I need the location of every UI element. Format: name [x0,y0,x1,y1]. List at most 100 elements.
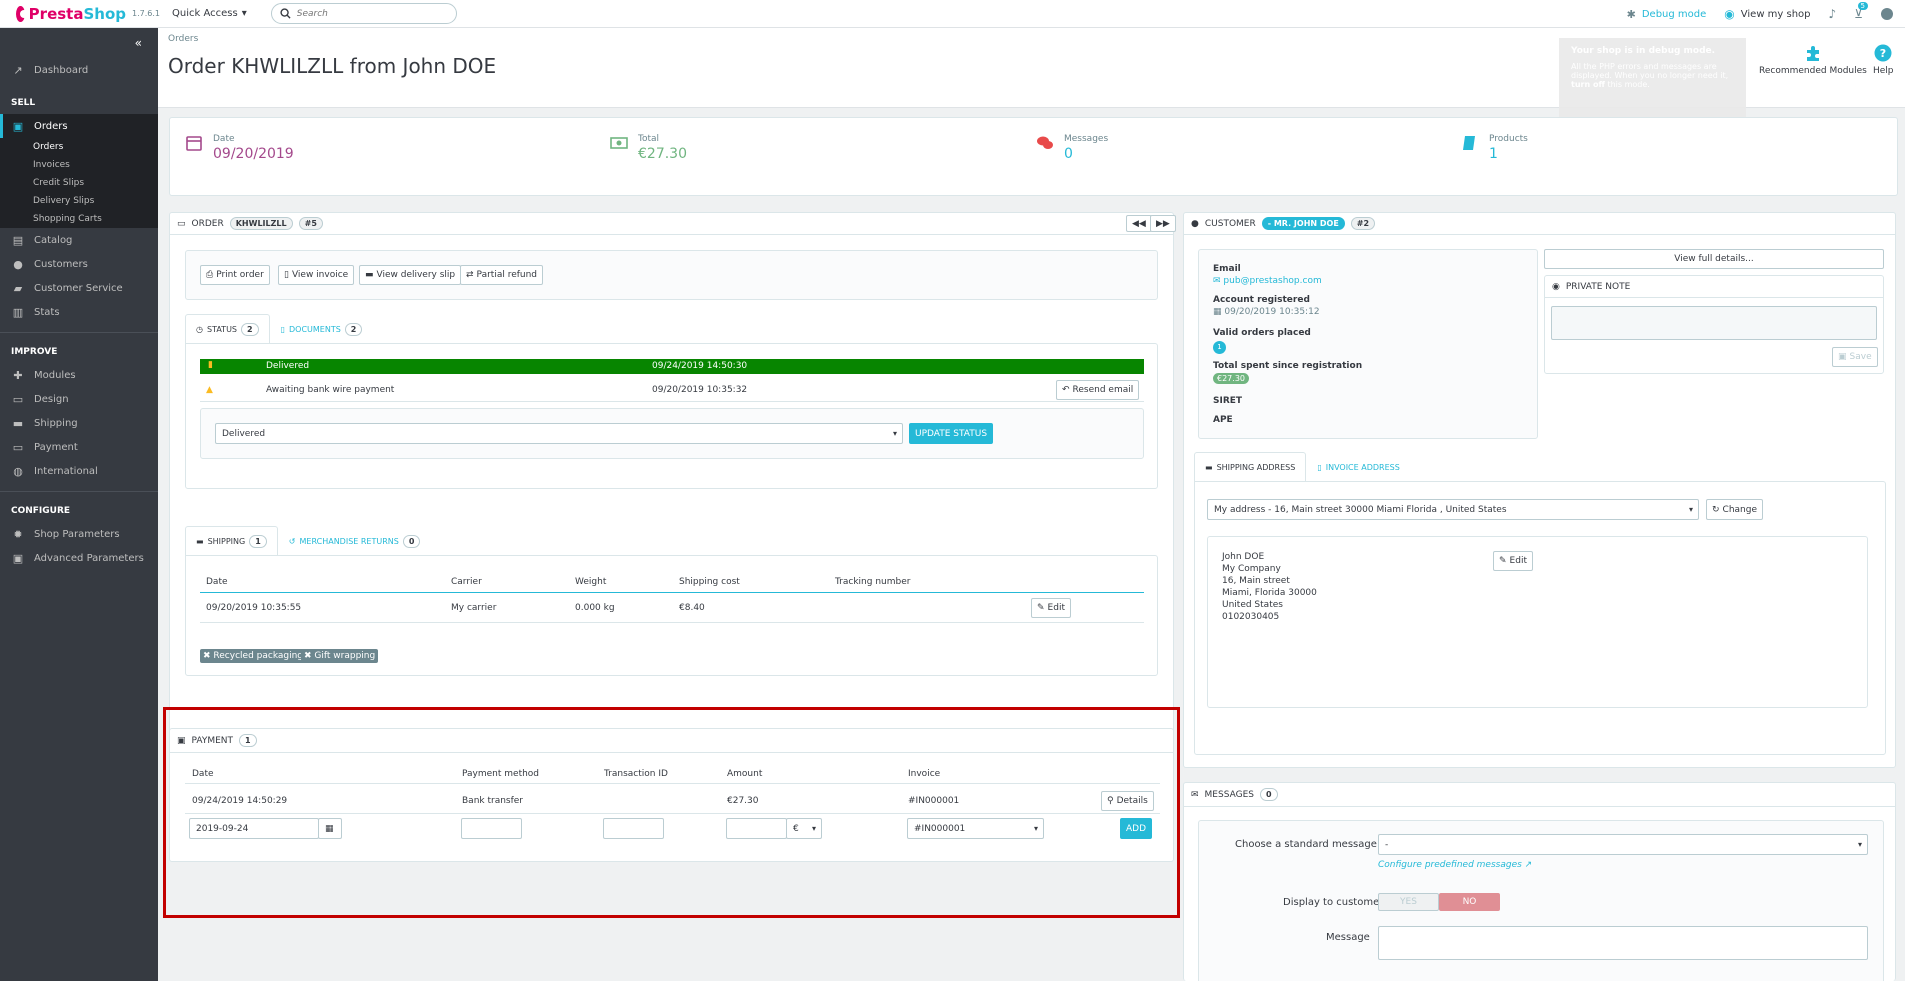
tab-shipping-address[interactable]: ▬ SHIPPING ADDRESS [1194,452,1307,482]
private-note-panel: ◉ PRIVATE NOTE ▣ Save [1544,275,1884,374]
customer-panel-heading: ● CUSTOMER - MR. JOHN DOE #2 [1184,213,1895,235]
sidebar-item-orders[interactable]: ▣ Orders [0,114,158,138]
account-registered-date: ▦ 09/20/2019 10:35:12 [1213,307,1320,317]
undo-icon: ↺ [288,537,296,546]
tab-status[interactable]: ◷ STATUS 2 [185,314,270,344]
prestashop-logo-icon [16,5,28,22]
bug-icon: ✱ [1626,7,1636,21]
order-status-select[interactable]: Delivered ▾ [215,423,903,444]
message-textarea[interactable] [1378,926,1868,960]
order-kpi-panel: Date 09/20/2019 Total €27.30 Messages 0 Pro… [169,117,1898,196]
breadcrumb[interactable]: Orders [168,34,198,44]
sidebar-item-customers[interactable]: ● Customers [0,252,158,276]
sidebar-sub-orders[interactable]: Orders [0,138,158,156]
account-circle-icon: ● [13,257,23,271]
collapse-sidebar-icon[interactable]: « [0,28,158,58]
private-note-textarea[interactable] [1551,306,1877,340]
sidebar-item-customer-service[interactable]: ▰ Customer Service [0,276,158,300]
debug-mode-link[interactable]: ✱ Debug mode [1627,8,1707,21]
gift-wrapping-tag: ✖ Gift wrapping [301,649,379,663]
print-order-button[interactable]: ⎙ Print order [200,265,270,285]
sidebar-item-shipping[interactable]: ▬ Shipping [0,411,158,435]
eye-icon: ◉ [1724,7,1735,21]
sidebar-sub-delivery-slips[interactable]: Delivery Slips [0,192,158,210]
clock-icon: ◷ [196,325,203,334]
kpi-products: Products 1 [1461,134,1528,162]
sidebar-item-shop-parameters[interactable]: ✹ Shop Parameters [0,522,158,546]
sidebar-item-stats[interactable]: ▥ Stats [0,300,158,324]
edit-address-button[interactable]: ✎ Edit [1493,551,1533,571]
bell-icon[interactable]: ♪ [1829,7,1837,21]
display-yes-toggle[interactable]: YES [1378,893,1439,911]
exchange-icon: ⇄ [466,270,474,280]
sidebar-item-advanced-parameters[interactable]: ▣ Advanced Parameters [0,546,158,570]
save-note-button[interactable]: ▣ Save [1832,347,1878,367]
eye-slash-icon: ◉ [1552,281,1560,292]
close-icon: ✖ [203,651,211,661]
shipping-tab-content: Date Carrier Weight Shipping cost Tracki… [185,555,1158,676]
sidebar-item-modules[interactable]: ✚ Modules [0,363,158,387]
help-button[interactable]: ? Help [1873,44,1894,76]
trending-up-icon: ↗ [13,63,23,77]
total-spent-badge: €27.30 [1213,373,1249,384]
next-order-button[interactable]: ▶▶ [1150,215,1176,232]
standard-message-select[interactable]: - ▾ [1378,834,1868,855]
view-full-details-button[interactable]: View full details... [1544,249,1884,269]
section-improve: IMPROVE [0,332,158,363]
pencil-icon: ✎ [1037,603,1045,613]
order-id: #5 [298,217,323,230]
sidebar-item-international[interactable]: ◍ International [0,459,158,483]
backward-icon: ◀◀ [1132,218,1146,229]
search-icon [280,8,291,19]
search-box[interactable] [270,3,457,24]
payment-awaiting-icon: ▲ [206,385,213,395]
tab-documents[interactable]: ▯ DOCUMENTS 2 [270,314,374,344]
tab-shipping[interactable]: ▬ SHIPPING 1 [185,526,278,556]
sidebar-sub-credit-slips[interactable]: Credit Slips [0,174,158,192]
search-input[interactable] [296,8,437,19]
view-my-shop-link[interactable]: ◉ View my shop [1724,7,1810,21]
credit-card-icon: ▭ [177,218,186,229]
update-status-well: Delivered ▾ UPDATE STATUS [200,408,1144,459]
user-avatar-icon[interactable] [1881,8,1893,20]
display-no-toggle[interactable]: NO [1439,893,1500,911]
previous-order-button[interactable]: ◀◀ [1126,215,1152,232]
logo[interactable]: PrestaShop 1.7.6.1 [0,5,160,23]
kpi-date: Date 09/20/2019 [185,134,294,162]
sidebar-item-design[interactable]: ▭ Design [0,387,158,411]
update-status-button[interactable]: UPDATE STATUS [909,423,994,444]
address-select[interactable]: My address - 16, Main street 30000 Miami… [1207,499,1699,520]
address-lines: John DOE My Company 16, Main street Miam… [1222,552,1317,622]
pencil-icon: ✎ [1499,556,1507,566]
sidebar-sub-shopping-carts[interactable]: Shopping Carts [0,210,158,228]
kpi-messages: Messages 0 [1036,134,1108,162]
shipping-weight: 0.000 kg [575,603,615,613]
help-icon: ? [1874,44,1892,62]
book-icon [1463,136,1475,150]
sidebar-item-catalog[interactable]: ▤ Catalog [0,228,158,252]
shipping-cost: €8.40 [679,603,705,613]
sidebar-item-payment[interactable]: ▭ Payment [0,435,158,459]
tab-invoice-address[interactable]: ▯ INVOICE ADDRESS [1306,452,1410,482]
quick-access-dropdown[interactable]: Quick Access ▾ [172,8,247,19]
customer-panel: ● CUSTOMER - MR. JOHN DOE #2 Email ✉ pub… [1183,212,1896,768]
customer-name[interactable]: - MR. JOHN DOE [1261,217,1345,230]
customer-email-link[interactable]: ✉ pub@prestashop.com [1213,276,1322,286]
close-icon: ✖ [304,651,312,661]
resend-email-button[interactable]: ↶ Resend email [1056,380,1140,400]
truck-icon: ▬ [365,270,374,280]
sidebar-sub-invoices[interactable]: Invoices [0,156,158,174]
view-invoice-button[interactable]: ▯ View invoice [278,265,355,285]
sidebar-item-dashboard[interactable]: ↗ Dashboard [0,58,158,82]
puzzle-icon [1806,46,1819,61]
shipping-carrier: My carrier [451,603,497,613]
view-delivery-slip-button[interactable]: ▬ View delivery slip [359,265,462,285]
edit-shipping-button[interactable]: ✎ Edit [1031,598,1071,618]
partial-refund-button[interactable]: ⇄ Partial refund [460,265,544,285]
status-row-awaiting: Awaiting bank wire payment [266,385,395,395]
cart-notification-icon[interactable]: ⊻ 5 [1854,2,1868,21]
recommended-modules-button[interactable]: Recommended Modules [1759,44,1867,76]
configure-predefined-messages-link[interactable]: Configure predefined messages ↗ [1378,860,1532,870]
change-address-button[interactable]: ↻ Change [1706,499,1764,520]
tab-merchandise-returns[interactable]: ↺ MERCHANDISE RETURNS 0 [278,526,432,556]
